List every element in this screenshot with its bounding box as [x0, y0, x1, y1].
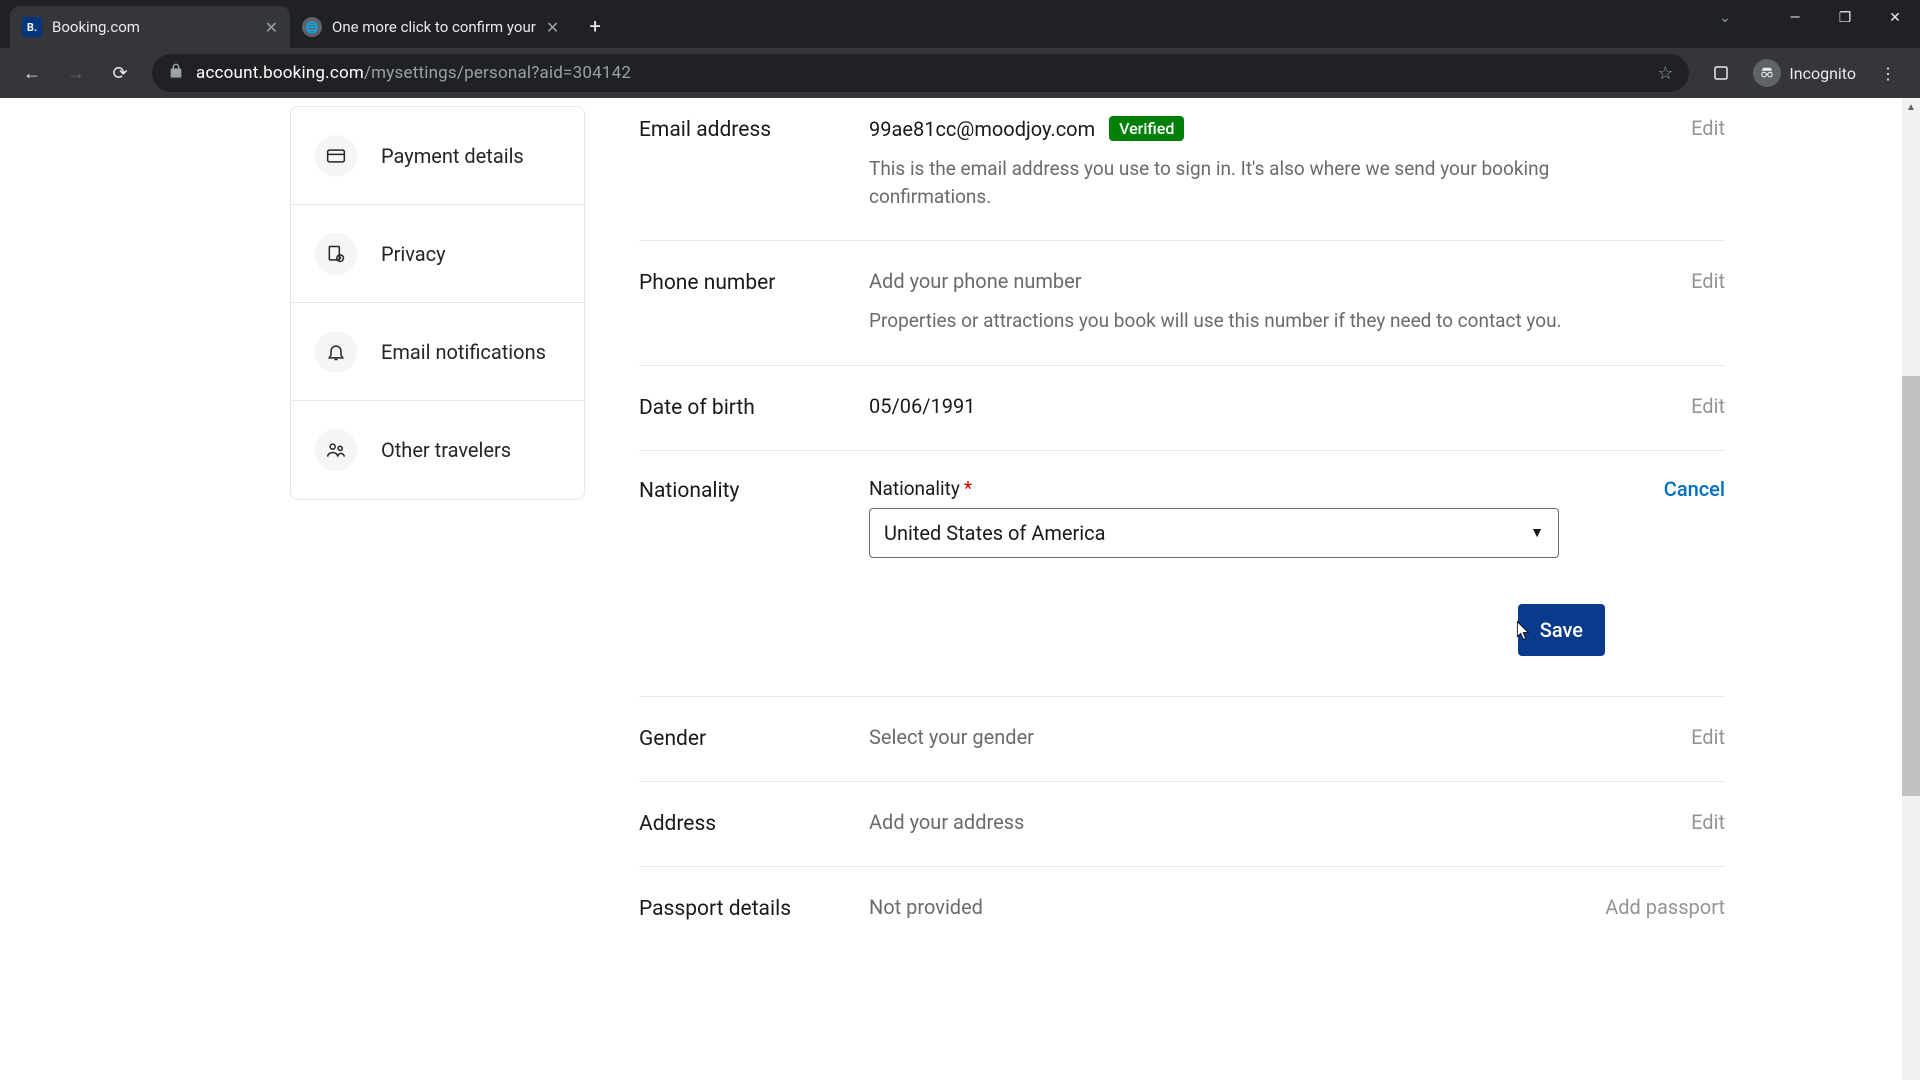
- page-content: Payment details Privacy Email notificati…: [0, 98, 1920, 1080]
- row-email: Email address 99ae81cc@moodjoy.com Verif…: [639, 98, 1725, 241]
- tab-strip: B. Booking.com ✕ 🌐 One more click to con…: [0, 0, 1700, 48]
- credit-card-icon: [315, 135, 357, 177]
- row-address: Address Add your address Edit: [639, 782, 1725, 867]
- close-icon[interactable]: ✕: [546, 18, 559, 37]
- edit-phone-link[interactable]: Edit: [1691, 269, 1725, 293]
- gender-placeholder: Select your gender: [869, 725, 1034, 749]
- minimize-button[interactable]: ―: [1770, 0, 1820, 36]
- vertical-scrollbar[interactable]: ▲: [1902, 98, 1920, 1080]
- back-button[interactable]: ←: [12, 53, 52, 93]
- sidebar-item-other-travelers[interactable]: Other travelers: [291, 401, 584, 499]
- tab-title: Booking.com: [52, 18, 255, 36]
- incognito-label: Incognito: [1789, 64, 1856, 83]
- favicon-booking: B.: [22, 17, 42, 37]
- extensions-button[interactable]: [1701, 53, 1741, 93]
- cancel-link[interactable]: Cancel: [1664, 477, 1725, 501]
- incognito-indicator[interactable]: Incognito: [1745, 59, 1864, 87]
- edit-gender-link[interactable]: Edit: [1691, 725, 1725, 749]
- scroll-up-arrow[interactable]: ▲: [1902, 98, 1920, 116]
- sidebar-item-label: Email notifications: [381, 340, 546, 364]
- chrome-menu-button[interactable]: ⋮: [1868, 53, 1908, 93]
- favicon-generic: 🌐: [302, 17, 322, 37]
- row-passport: Passport details Not provided Add passpo…: [639, 867, 1725, 951]
- phone-placeholder: Add your phone number: [869, 269, 1605, 293]
- row-dob: Date of birth 05/06/1991 Edit: [639, 366, 1725, 451]
- cursor-icon: [1514, 618, 1534, 642]
- email-helper: This is the email address you use to sig…: [869, 155, 1569, 210]
- privacy-icon: [315, 233, 357, 275]
- field-label: Nationality: [639, 477, 869, 656]
- incognito-icon: [1753, 59, 1781, 87]
- tab-title: One more click to confirm your: [332, 18, 536, 36]
- add-passport-link[interactable]: Add passport: [1605, 895, 1725, 919]
- sidebar-item-privacy[interactable]: Privacy: [291, 205, 584, 303]
- settings-main: Email address 99ae81cc@moodjoy.com Verif…: [585, 98, 1775, 1080]
- phone-helper: Properties or attractions you book will …: [869, 307, 1569, 335]
- row-gender: Gender Select your gender Edit: [639, 697, 1725, 782]
- tab-confirm[interactable]: 🌐 One more click to confirm your ✕: [290, 6, 571, 48]
- reload-button[interactable]: ⟳: [100, 53, 140, 93]
- close-icon[interactable]: ✕: [265, 18, 278, 37]
- field-label: Address: [639, 810, 869, 836]
- maximize-button[interactable]: ❐: [1820, 0, 1870, 36]
- address-placeholder: Add your address: [869, 810, 1024, 834]
- save-button[interactable]: Save: [1518, 604, 1605, 656]
- row-nationality: Nationality Nationality* United States o…: [639, 451, 1725, 697]
- bell-icon: [315, 331, 357, 373]
- passport-placeholder: Not provided: [869, 895, 983, 919]
- tab-booking[interactable]: B. Booking.com ✕: [10, 6, 290, 48]
- sidebar-item-email-notifications[interactable]: Email notifications: [291, 303, 584, 401]
- tab-search-icon[interactable]: ⌄: [1700, 0, 1750, 36]
- nationality-select[interactable]: United States of America ▼: [869, 508, 1559, 558]
- forward-button[interactable]: →: [56, 53, 96, 93]
- scrollbar-thumb[interactable]: [1902, 376, 1920, 796]
- sidebar-item-label: Payment details: [381, 144, 524, 168]
- field-label: Phone number: [639, 269, 869, 335]
- dob-value: 05/06/1991: [869, 394, 975, 418]
- lock-icon: [168, 63, 184, 83]
- url-text: account.booking.com/mysettings/personal?…: [196, 63, 631, 83]
- browser-titlebar: B. Booking.com ✕ 🌐 One more click to con…: [0, 0, 1920, 48]
- address-bar: ← → ⟳ account.booking.com/mysettings/per…: [0, 48, 1920, 98]
- chevron-down-icon: ▼: [1530, 524, 1544, 541]
- new-tab-button[interactable]: +: [577, 8, 613, 44]
- field-label: Passport details: [639, 895, 869, 921]
- edit-dob-link[interactable]: Edit: [1691, 394, 1725, 418]
- window-controls: ⌄ ― ❐ ✕: [1700, 0, 1920, 48]
- verified-badge: Verified: [1109, 116, 1184, 141]
- email-value: 99ae81cc@moodjoy.com: [869, 117, 1095, 141]
- row-phone: Phone number Add your phone number Prope…: [639, 241, 1725, 366]
- edit-address-link[interactable]: Edit: [1691, 810, 1725, 834]
- edit-email-link[interactable]: Edit: [1691, 116, 1725, 140]
- settings-sidebar: Payment details Privacy Email notificati…: [145, 98, 585, 1080]
- nationality-field-label: Nationality*: [869, 477, 1605, 500]
- close-window-button[interactable]: ✕: [1870, 0, 1920, 36]
- omnibox[interactable]: account.booking.com/mysettings/personal?…: [152, 54, 1689, 92]
- field-label: Gender: [639, 725, 869, 751]
- field-label: Date of birth: [639, 394, 869, 420]
- nationality-selected-value: United States of America: [884, 521, 1106, 545]
- people-icon: [315, 429, 357, 471]
- sidebar-item-payment-details[interactable]: Payment details: [291, 107, 584, 205]
- bookmark-star-icon[interactable]: ☆: [1657, 63, 1673, 84]
- field-label: Email address: [639, 116, 869, 210]
- sidebar-item-label: Other travelers: [381, 438, 511, 462]
- sidebar-item-label: Privacy: [381, 242, 446, 266]
